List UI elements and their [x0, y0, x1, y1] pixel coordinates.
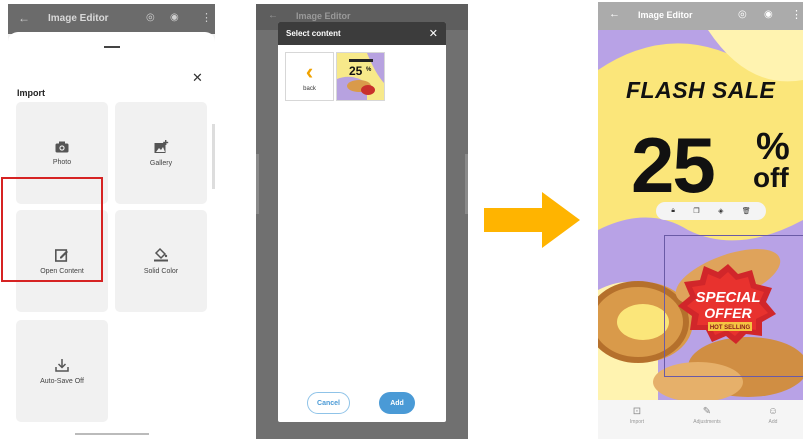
bottom-toolbar: ⊡ Import ✎ Adjustments ☺ Add [598, 400, 803, 439]
close-icon[interactable]: ✕ [192, 70, 203, 86]
add-button[interactable]: ☺ Add [743, 406, 803, 425]
tile-label: Auto-Save Off [40, 377, 84, 385]
import-button[interactable]: ⊡ Import [607, 406, 667, 425]
app-bar: ← Image Editor ◎ ◉ ⋮ [598, 2, 803, 30]
svg-text:25: 25 [349, 64, 363, 78]
back-label: back [303, 85, 316, 92]
open-content-highlight [1, 177, 103, 282]
tile-label: Photo [52, 158, 72, 166]
more-vert-icon[interactable]: ⋮ [791, 8, 802, 21]
layers-icon[interactable]: ◈ [718, 207, 723, 215]
import-icon: ⊡ [632, 406, 642, 417]
eye-icon[interactable]: ◉ [170, 12, 179, 23]
tile-label: Solid Color [143, 268, 179, 275]
gallery-tile[interactable]: Gallery [115, 102, 207, 204]
download-icon [55, 358, 69, 372]
back-item[interactable]: ‹ back [285, 52, 334, 101]
adjustments-button[interactable]: ✎ Adjustments [677, 406, 737, 425]
solid-color-tile[interactable]: Solid Color [115, 210, 207, 312]
scrim-edge [256, 154, 259, 214]
eye-icon[interactable]: ◉ [764, 9, 773, 20]
scrim-edge [465, 154, 468, 214]
content-thumbnail[interactable]: 25 % [336, 52, 385, 101]
edit-icon: ✎ [702, 406, 712, 417]
app-title: Image Editor [48, 13, 109, 24]
bottom-label: Adjustments [693, 419, 721, 425]
sheet-drag-handle[interactable] [104, 46, 120, 48]
gallery-add-icon [154, 139, 168, 153]
svg-text:%: % [366, 67, 372, 73]
editor-screen: ← Image Editor ◎ ◉ ⋮ FLASH SALE 25 % off… [598, 2, 803, 439]
cancel-button[interactable]: Cancel [307, 392, 350, 414]
add-sticker-icon: ☺ [767, 406, 779, 417]
add-button[interactable]: Add [379, 392, 415, 414]
flash-sale-thumbnail: 25 % [337, 53, 384, 100]
scroll-edge [212, 124, 215, 189]
back-arrow-icon[interactable]: ← [18, 11, 30, 25]
app-title: Image Editor [638, 10, 693, 20]
discount-number[interactable]: 25 [631, 120, 716, 211]
app-bar: ← Image Editor ◎ ◉ ⋮ [8, 4, 215, 34]
select-content-dialog: Select content ✕ ‹ back 25 % Cancel Add [278, 22, 446, 422]
more-vert-icon[interactable]: ⋮ [201, 11, 212, 24]
right-arrow-icon [484, 192, 580, 248]
auto-save-tile[interactable]: Auto-Save Off [16, 320, 108, 422]
palette-icon[interactable]: ◎ [146, 12, 155, 23]
close-icon[interactable]: ✕ [429, 27, 438, 40]
selection-box[interactable] [664, 235, 803, 377]
duplicate-icon[interactable]: ❐ [693, 207, 699, 215]
element-toolbar: 🔒︎ ❐ ◈ 🗑︎ [656, 202, 766, 220]
sheet-header: Import [17, 88, 45, 98]
delete-icon[interactable]: 🗑︎ [742, 207, 751, 215]
lock-icon[interactable]: 🔒︎ [671, 207, 675, 215]
back-arrow-icon[interactable]: ← [609, 8, 620, 20]
gesture-bar [75, 433, 149, 435]
dialog-header: Select content ✕ [278, 22, 446, 45]
app-title: Image Editor [296, 11, 351, 21]
paint-bucket-icon [154, 247, 168, 262]
select-content-screen: ← Image Editor Select content ✕ ‹ back 2… [256, 4, 468, 439]
headline-text[interactable]: FLASH SALE [626, 77, 775, 104]
tile-label: Gallery [149, 159, 173, 167]
dialog-title: Select content [286, 29, 341, 38]
bottom-label: Import [629, 419, 645, 425]
bottom-label: Add [768, 419, 778, 425]
chevron-left-icon: ‹ [305, 58, 314, 84]
camera-icon [55, 141, 69, 152]
palette-icon[interactable]: ◎ [738, 9, 747, 20]
back-arrow-icon: ← [268, 10, 278, 21]
off-text[interactable]: off [753, 162, 789, 194]
